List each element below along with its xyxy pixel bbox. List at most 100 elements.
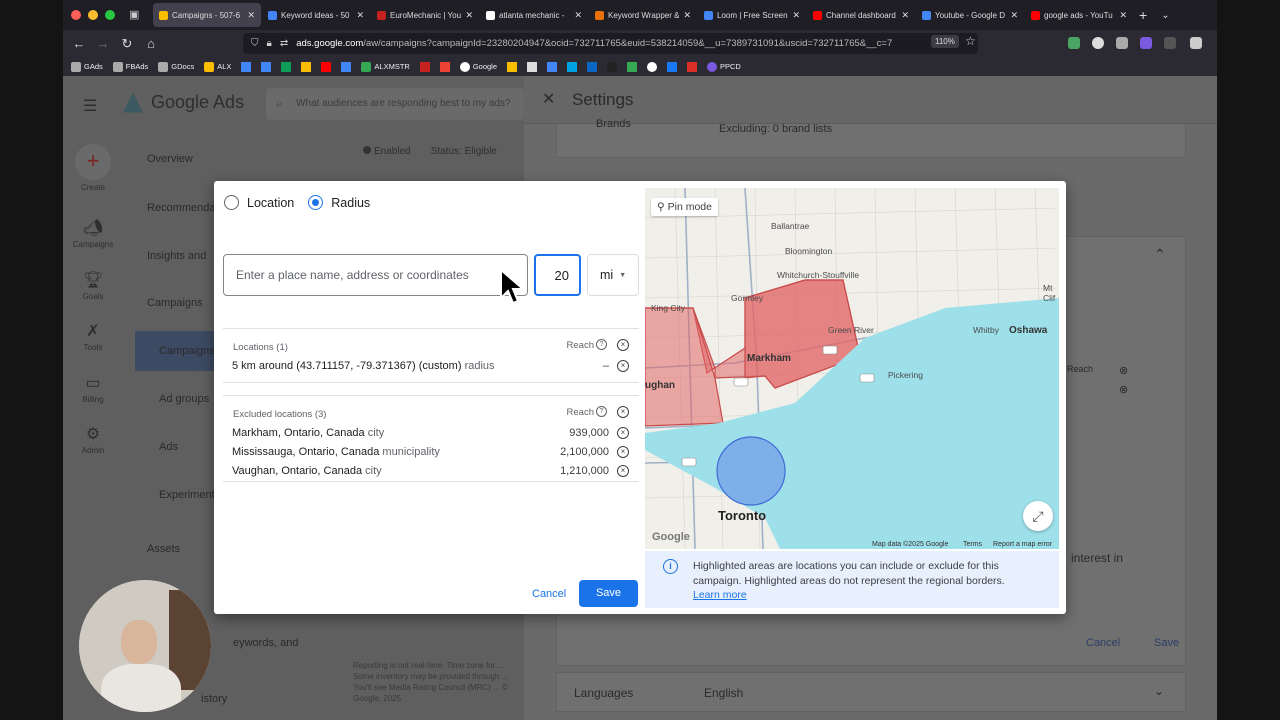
create-button[interactable]: + (75, 144, 111, 180)
close-tab-icon[interactable]: ✕ (1119, 10, 1127, 21)
bookmark-icon[interactable] (439, 61, 450, 72)
remove-location-icon[interactable]: × (617, 427, 629, 439)
bookmark-icon[interactable] (281, 61, 292, 72)
gmail-icon[interactable] (419, 61, 430, 72)
bookmark-icon[interactable] (607, 61, 618, 72)
remove-icon[interactable]: ⊗ (1119, 364, 1128, 377)
back-button[interactable]: ← (67, 36, 91, 51)
bookmark-icon[interactable] (547, 61, 558, 72)
linkedin-icon[interactable] (587, 61, 598, 72)
browser-tab[interactable]: Channel dashboard ✕ (807, 3, 915, 27)
browser-tab[interactable]: Keyword ideas - 50 ✕ (262, 3, 370, 27)
map-fullscreen-icon[interactable]: ⤢ (1023, 501, 1053, 531)
browser-tab[interactable]: EuroMechanic | You ✕ (371, 3, 479, 27)
bookmark-google[interactable]: Google (459, 61, 497, 72)
bookmark-alx[interactable]: ALX (204, 61, 231, 72)
remove-location-icon[interactable]: × (617, 446, 629, 458)
radius-unit-select[interactable]: mi ▼ (587, 254, 639, 296)
forward-button[interactable]: → (91, 36, 115, 51)
remove-location-icon[interactable]: × (617, 360, 629, 372)
dialog-save-button[interactable]: Save (579, 580, 638, 607)
browser-tab[interactable]: Keyword Wrapper & ✕ (589, 3, 697, 27)
close-tab-icon[interactable]: ✕ (683, 10, 691, 21)
close-tab-icon[interactable]: ✕ (465, 10, 473, 21)
menu-icon[interactable] (1190, 37, 1202, 49)
reload-button[interactable]: ↻ (115, 36, 139, 52)
close-tab-icon[interactable]: ✕ (901, 10, 909, 21)
maximize-window-button[interactable] (105, 10, 115, 20)
radius-value-input[interactable]: 20 (534, 254, 581, 296)
tab-overview-icon[interactable]: ▣ (129, 8, 143, 22)
sidenav-assets[interactable]: Assets (147, 543, 180, 555)
extensions-icon[interactable] (1116, 37, 1128, 49)
close-tab-icon[interactable]: ✕ (247, 10, 255, 21)
rail-admin[interactable]: ⚙ Admin (63, 424, 123, 455)
account-icon[interactable] (1092, 37, 1104, 49)
bookmark-star-icon[interactable]: ☆ (965, 34, 976, 48)
gads-search-input[interactable]: ⌕ What audiences are responding best to m… (266, 88, 524, 120)
pin-mode-button[interactable]: ⚲ Pin mode (651, 198, 718, 216)
sidenav-keywords[interactable]: eywords, and (233, 637, 298, 649)
close-icon[interactable]: ✕ (542, 89, 555, 109)
dialog-cancel-button[interactable]: Cancel (532, 588, 566, 600)
bookmark-icon[interactable] (301, 61, 312, 72)
bookmark-icon[interactable] (567, 61, 578, 72)
browser-tab[interactable]: atlanta mechanic - ✕ (480, 3, 588, 27)
bookmark-gads[interactable]: GAds (71, 61, 103, 72)
browser-tab[interactable]: Campaigns - 507-6 ✕ (153, 3, 261, 27)
close-tab-icon[interactable]: ✕ (574, 10, 582, 21)
url-bar[interactable]: ⛉ 🔒︎ ⇄ ads.google.com/aw/campaigns?campa… (243, 33, 978, 54)
bookmark-ppcd[interactable]: PPCD (707, 61, 741, 72)
location-radio[interactable] (224, 195, 239, 210)
browser-tab[interactable]: Loom | Free Screen ✕ (698, 3, 806, 27)
map-terms-link[interactable]: Terms (963, 541, 982, 548)
help-icon[interactable]: ? (596, 339, 607, 350)
close-tab-icon[interactable]: ✕ (356, 10, 364, 21)
expand-chevron-icon[interactable]: ⌄ (1154, 684, 1164, 698)
place-search-input[interactable]: Enter a place name, address or coordinat… (223, 254, 528, 296)
rail-campaigns[interactable]: 📣︎ Campaigns (63, 218, 123, 249)
settings-save-button[interactable]: Save (1154, 637, 1179, 649)
close-window-button[interactable] (71, 10, 81, 20)
bookmark-icon[interactable] (627, 61, 638, 72)
browser-tab[interactable]: Youtube - Google D ✕ (916, 3, 1024, 27)
extension-d-icon[interactable] (1140, 37, 1152, 49)
bookmark-icon[interactable] (527, 61, 538, 72)
minimize-window-button[interactable] (88, 10, 98, 20)
rail-billing[interactable]: ▭ Billing (63, 373, 123, 404)
zoom-level[interactable]: 110% (931, 35, 959, 48)
settings-cancel-button[interactable]: Cancel (1086, 637, 1120, 649)
sidenav-overview[interactable]: Overview (147, 153, 193, 165)
download-icon[interactable] (1068, 37, 1080, 49)
close-tab-icon[interactable]: ✕ (792, 10, 800, 21)
bookmark-icon[interactable] (321, 61, 332, 72)
bookmark-gdocs[interactable]: GDocs (158, 61, 194, 72)
radius-radio[interactable] (308, 195, 324, 210)
remove-all-icon[interactable]: × (617, 339, 629, 351)
new-tab-button[interactable]: + (1139, 7, 1147, 23)
bookmark-icon[interactable] (687, 61, 698, 72)
hamburger-menu-icon[interactable]: ☰ (83, 96, 97, 116)
radius-radio-label[interactable]: Radius (331, 196, 370, 210)
bookmark-icon[interactable] (261, 61, 272, 72)
sidenav-campaigns[interactable]: Campaigns (159, 345, 215, 357)
remove-all-icon[interactable]: × (617, 406, 629, 418)
bookmark-icon[interactable] (507, 61, 518, 72)
sidenav-ad-groups[interactable]: Ad groups (159, 393, 209, 405)
remove-icon[interactable]: ⊗ (1119, 383, 1128, 396)
collapse-chevron-icon[interactable]: ⌃ (1154, 246, 1166, 263)
browser-tab[interactable]: google ads - YouTu ✕ (1025, 3, 1133, 27)
bookmark-icon[interactable] (647, 61, 658, 72)
lock-icon[interactable]: 🔒︎ (267, 38, 272, 49)
bookmark-icon[interactable] (241, 61, 252, 72)
bookmark-icon[interactable] (341, 61, 352, 72)
sidenav-recommendations[interactable]: Recommenda (147, 202, 215, 214)
bookmark-alxmstr[interactable]: ALXMSTR (361, 61, 410, 72)
location-radio-label[interactable]: Location (247, 196, 294, 210)
tab-list-chevron-icon[interactable]: ⌄ (1161, 10, 1169, 21)
meta-icon[interactable] (667, 61, 678, 72)
sidenav-ads[interactable]: Ads (159, 441, 178, 453)
sidenav-experiments[interactable]: Experiment (159, 489, 215, 501)
bookmark-fbads[interactable]: FBAds (112, 61, 148, 72)
extension-cloud-icon[interactable] (1164, 37, 1176, 49)
